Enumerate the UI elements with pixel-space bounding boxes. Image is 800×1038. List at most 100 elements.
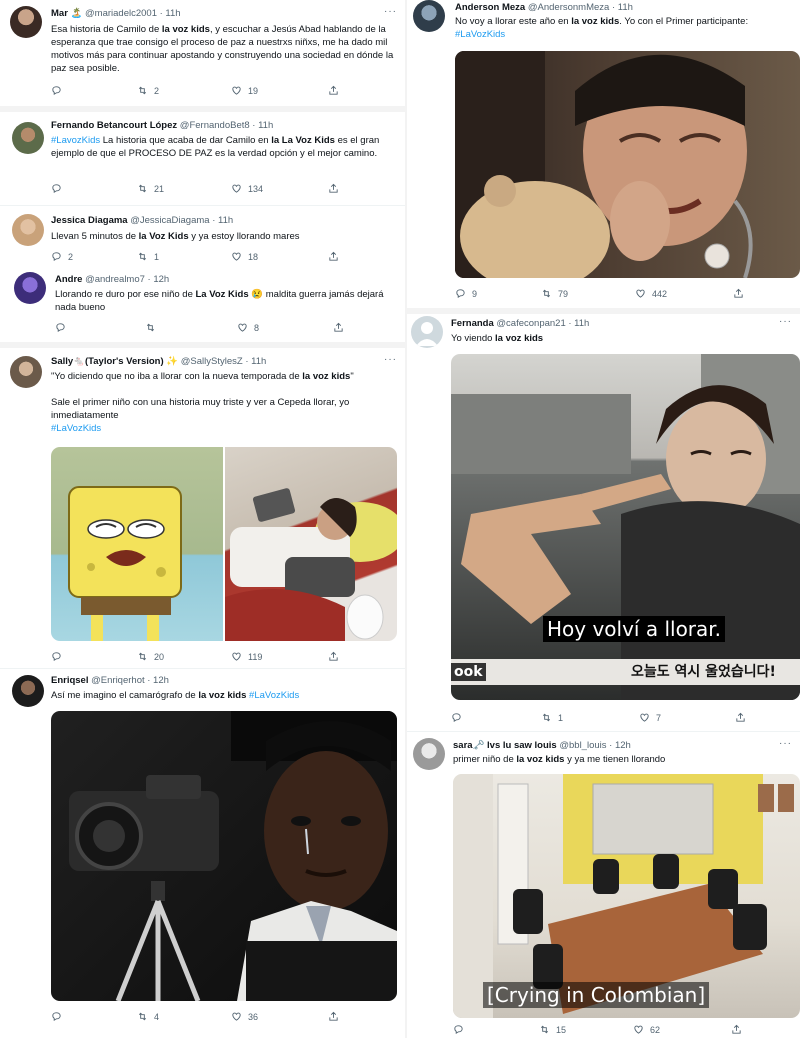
- heart-icon: [231, 651, 242, 662]
- retweet-button[interactable]: 1: [137, 251, 159, 262]
- tweet-mar[interactable]: Mar 🏝️ @mariadelc2001 · 11h ··· Esa hist…: [0, 0, 405, 108]
- avatar[interactable]: [12, 675, 44, 707]
- more-icon[interactable]: ···: [779, 316, 792, 327]
- like-button[interactable]: 7: [639, 712, 661, 723]
- share-button[interactable]: [328, 1011, 339, 1022]
- hashtag-link[interactable]: #LaVozKids: [51, 422, 397, 435]
- author-handle[interactable]: @Enriqerhot · 12h: [91, 675, 169, 686]
- tweet-media[interactable]: [51, 447, 397, 641]
- like-button[interactable]: 36: [231, 1011, 258, 1022]
- share-button[interactable]: [333, 322, 344, 333]
- author-name[interactable]: Jessica Diagama: [51, 215, 128, 226]
- heart-icon: [231, 1011, 242, 1022]
- author-name[interactable]: Sally🐁(Taylor's Version) ✨: [51, 356, 178, 367]
- retweet-button[interactable]: 21: [137, 183, 164, 194]
- share-button[interactable]: [328, 251, 339, 262]
- author-name[interactable]: sara🗝️ lvs lu saw louis: [453, 740, 557, 751]
- more-icon[interactable]: ···: [384, 6, 397, 17]
- avatar[interactable]: [12, 122, 44, 154]
- share-button[interactable]: [328, 183, 339, 194]
- author-handle[interactable]: @bbl_louis · 12h: [559, 740, 630, 751]
- cameraman-crying-image[interactable]: [51, 711, 397, 1001]
- share-button[interactable]: [328, 85, 339, 96]
- column-gutter: [405, 0, 407, 1038]
- tweet-jessica[interactable]: Jessica Diagama @JessicaDiagama · 11h Ll…: [0, 206, 405, 266]
- retweet-button[interactable]: 4: [137, 1011, 159, 1022]
- retweet-button[interactable]: [145, 322, 162, 333]
- like-button[interactable]: 119: [231, 651, 262, 662]
- retweet-button[interactable]: 79: [541, 288, 568, 299]
- share-button[interactable]: [733, 288, 744, 299]
- author-handle[interactable]: @FernandoBet8 · 11h: [180, 120, 273, 131]
- tweet-enriqsel[interactable]: Enriqsel @Enriqerhot · 12h Así me imagin…: [0, 669, 405, 1038]
- retweet-icon: [137, 1011, 148, 1022]
- like-button[interactable]: 19: [231, 85, 258, 96]
- spongebob-crying-image[interactable]: [51, 447, 223, 641]
- like-button[interactable]: 8: [237, 322, 259, 333]
- avatar[interactable]: [10, 356, 42, 388]
- author-name[interactable]: Fernando Betancourt López: [51, 120, 177, 131]
- author-handle[interactable]: @cafeconpan21 · 11h: [496, 318, 589, 329]
- tweet-andre[interactable]: Andre @andrealmo7 · 12h Llorando re duro…: [0, 268, 405, 340]
- woman-crying-teddy-image[interactable]: [455, 51, 800, 278]
- reply-icon: [51, 183, 62, 194]
- avatar[interactable]: [413, 0, 445, 32]
- avatar[interactable]: [413, 738, 445, 770]
- author-name[interactable]: Andre: [55, 274, 82, 285]
- more-icon[interactable]: ···: [384, 354, 397, 365]
- share-button[interactable]: [328, 651, 339, 662]
- retweet-button[interactable]: 20: [137, 651, 164, 662]
- author-handle[interactable]: @JessicaDiagama · 11h: [130, 215, 233, 226]
- reply-button[interactable]: [51, 651, 68, 662]
- tweet-sally[interactable]: Sally🐁(Taylor's Version) ✨ @SallyStylesZ…: [0, 348, 405, 666]
- tweet-anderson[interactable]: Anderson Meza @AndersonmMeza · 11h No vo…: [407, 0, 800, 308]
- retweet-button[interactable]: 1: [541, 712, 563, 723]
- author-handle[interactable]: @andrealmo7 · 12h: [85, 274, 169, 285]
- reply-button[interactable]: [51, 183, 68, 194]
- share-button[interactable]: [735, 712, 746, 723]
- avatar[interactable]: [411, 316, 443, 348]
- author-name[interactable]: Fernanda: [451, 318, 494, 329]
- avatar[interactable]: [12, 214, 44, 246]
- author-name[interactable]: Enriqsel: [51, 675, 89, 686]
- share-icon: [735, 712, 746, 723]
- hashtag-link[interactable]: #LavozKids: [51, 135, 100, 146]
- reply-button[interactable]: 9: [455, 288, 477, 299]
- like-button[interactable]: 442: [635, 288, 667, 299]
- avatar[interactable]: [14, 272, 46, 304]
- girl-crying-in-bed-image[interactable]: [225, 447, 397, 641]
- empty-meeting-room-image[interactable]: [Crying in Colombian]: [453, 774, 800, 1018]
- retweet-button[interactable]: 2: [137, 85, 159, 96]
- tweet-actions: 9 79 442: [455, 288, 755, 302]
- like-button[interactable]: 62: [633, 1024, 660, 1035]
- heart-icon: [633, 1024, 644, 1035]
- retweet-button[interactable]: 15: [539, 1024, 566, 1035]
- subtitle-caption: [Crying in Colombian]: [483, 982, 710, 1008]
- reply-button[interactable]: [451, 712, 468, 723]
- hashtag-link[interactable]: #LaVozKids: [455, 29, 505, 40]
- avatar[interactable]: [10, 6, 42, 38]
- author-name[interactable]: Mar 🏝️: [51, 8, 82, 19]
- hashtag-link[interactable]: #LaVozKids: [249, 690, 299, 701]
- share-button[interactable]: [731, 1024, 742, 1035]
- like-button[interactable]: 134: [231, 183, 263, 194]
- like-button[interactable]: 18: [231, 251, 258, 262]
- tweet-actions: 21 134: [51, 183, 351, 197]
- tweet-fernando[interactable]: Fernando Betancourt López @FernandoBet8 …: [0, 112, 405, 204]
- author-name[interactable]: Anderson Meza: [455, 2, 525, 13]
- author-handle[interactable]: @SallyStylesZ · 11h: [181, 356, 267, 367]
- reply-button[interactable]: [51, 85, 68, 96]
- tweet-sara[interactable]: sara🗝️ lvs lu saw louis @bbl_louis · 12h…: [407, 732, 800, 1038]
- reply-button[interactable]: [51, 1011, 68, 1022]
- heart-icon: [231, 251, 242, 262]
- jungkook-gif-image[interactable]: Hoy volví a llorar. 오늘도 역시 울었습니다! ook: [451, 354, 800, 700]
- retweet-icon: [541, 712, 552, 723]
- retweet-icon: [137, 183, 148, 194]
- reply-button[interactable]: [453, 1024, 470, 1035]
- author-handle[interactable]: @AndersonmMeza · 11h: [528, 2, 633, 13]
- author-handle[interactable]: @mariadelc2001 · 11h: [85, 8, 181, 19]
- reply-button[interactable]: [55, 322, 72, 333]
- more-icon[interactable]: ···: [779, 738, 792, 749]
- reply-button[interactable]: 2: [51, 251, 73, 262]
- tweet-fernanda[interactable]: Fernanda @cafeconpan21 · 11h ··· Yo vien…: [407, 314, 800, 730]
